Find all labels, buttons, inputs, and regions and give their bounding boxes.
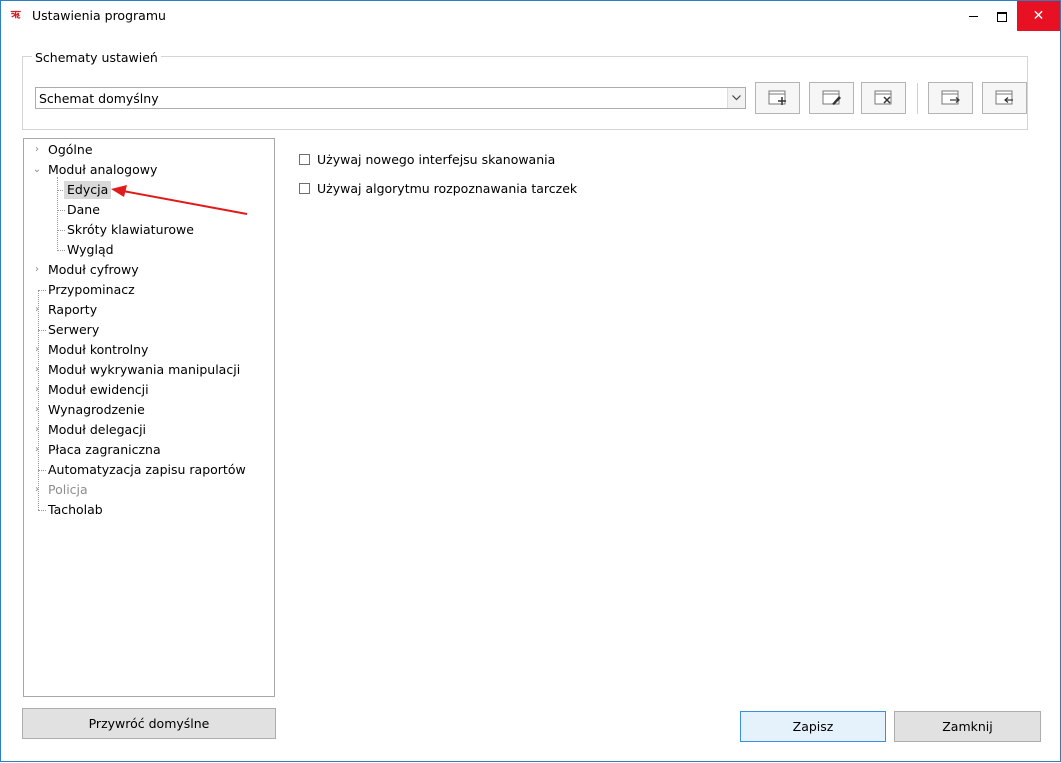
tree-item[interactable]: Automatyzacja zapisu raportów bbox=[24, 461, 272, 479]
toolbar-separator bbox=[917, 83, 918, 114]
tree-item-label[interactable]: Skróty klawiaturowe bbox=[67, 221, 194, 239]
maximize-button[interactable] bbox=[987, 1, 1017, 31]
tree-item-label[interactable]: Płaca zagraniczna bbox=[48, 441, 161, 459]
window-title: Ustawienia programu bbox=[32, 8, 166, 23]
chevron-right-icon[interactable]: › bbox=[32, 141, 42, 159]
title-bar[interactable]: ऋ Ustawienia programu ✕ bbox=[1, 1, 1060, 31]
tree-item[interactable]: › Moduł ewidencji bbox=[24, 381, 272, 399]
tree-item[interactable]: › Moduł delegacji bbox=[24, 421, 272, 439]
delete-scheme-icon bbox=[874, 90, 892, 105]
tree-item-label[interactable]: Moduł cyfrowy bbox=[48, 261, 139, 279]
tree-item[interactable]: › Policja bbox=[24, 481, 272, 499]
tree-subitem[interactable]: Skróty klawiaturowe bbox=[24, 221, 272, 239]
tree-item[interactable]: › Moduł wykrywania manipulacji bbox=[24, 361, 272, 379]
scheme-dropdown[interactable]: Schemat domyślny bbox=[35, 87, 746, 109]
save-button[interactable]: Zapisz bbox=[740, 711, 886, 742]
tree-item-label[interactable]: Ogólne bbox=[48, 141, 93, 159]
tree-item-label[interactable]: Wynagrodzenie bbox=[48, 401, 145, 419]
restore-defaults-button[interactable]: Przywróć domyślne bbox=[22, 708, 276, 739]
tree-connector bbox=[38, 290, 40, 510]
export-scheme-icon bbox=[941, 90, 960, 105]
tree-item[interactable]: › Moduł kontrolny bbox=[24, 341, 272, 359]
tree-item-label[interactable]: Tacholab bbox=[48, 501, 103, 519]
chevron-right-icon[interactable]: › bbox=[32, 421, 42, 439]
tree-item-label[interactable]: Moduł analogowy bbox=[48, 161, 157, 179]
schemes-legend: Schematy ustawień bbox=[32, 50, 161, 65]
tree-item-label[interactable]: Edycja bbox=[64, 181, 112, 199]
tree-item-label[interactable]: Wygląd bbox=[67, 241, 114, 259]
new-scan-interface-checkbox[interactable] bbox=[299, 154, 310, 165]
chevron-right-icon[interactable]: › bbox=[32, 401, 42, 419]
tree-item-label[interactable]: Moduł delegacji bbox=[48, 421, 146, 439]
tree-item-label[interactable]: Policja bbox=[48, 481, 88, 499]
tree-connector bbox=[57, 177, 59, 251]
tree-item[interactable]: › Moduł cyfrowy bbox=[24, 261, 272, 279]
tree-item-label[interactable]: Serwery bbox=[48, 321, 99, 339]
tree-item-label[interactable]: Moduł wykrywania manipulacji bbox=[48, 361, 240, 379]
tree-item-label[interactable]: Moduł kontrolny bbox=[48, 341, 148, 359]
import-scheme-icon bbox=[995, 90, 1013, 105]
app-icon: ऋ bbox=[11, 8, 21, 21]
chevron-right-icon[interactable]: › bbox=[32, 361, 42, 379]
minimize-icon bbox=[968, 16, 978, 17]
edit-scheme-icon bbox=[822, 90, 841, 105]
scheme-dropdown-value: Schemat domyślny bbox=[39, 91, 159, 106]
tree-item-label[interactable]: Moduł ewidencji bbox=[48, 381, 149, 399]
close-button[interactable]: Zamknij bbox=[894, 711, 1041, 742]
chevron-right-icon[interactable]: › bbox=[32, 481, 42, 499]
export-scheme-button[interactable] bbox=[928, 82, 973, 114]
chevron-down-icon[interactable]: ⌄ bbox=[32, 161, 42, 179]
tree-item[interactable]: › Ogólne bbox=[24, 141, 272, 159]
settings-tree[interactable]: › Ogólne ⌄ Moduł analogowy Edycja Dane Skróty … bbox=[23, 138, 275, 697]
chevron-right-icon[interactable]: › bbox=[32, 441, 42, 459]
import-scheme-button[interactable] bbox=[982, 82, 1027, 114]
chevron-right-icon[interactable]: › bbox=[32, 381, 42, 399]
tree-item-label[interactable]: Przypominacz bbox=[48, 281, 135, 299]
chevron-right-icon[interactable]: › bbox=[32, 261, 42, 279]
chevron-right-icon[interactable]: › bbox=[32, 301, 42, 319]
delete-scheme-button[interactable] bbox=[861, 82, 906, 114]
close-icon: ✕ bbox=[1032, 8, 1045, 24]
tree-item[interactable]: Tacholab bbox=[24, 501, 272, 519]
edit-scheme-button[interactable] bbox=[809, 82, 854, 114]
tree-item-label[interactable]: Dane bbox=[67, 201, 100, 219]
disc-recognition-checkbox[interactable] bbox=[299, 183, 310, 194]
new-scheme-button[interactable] bbox=[755, 82, 800, 114]
tree-item[interactable]: › Wynagrodzenie bbox=[24, 401, 272, 419]
tree-item-label[interactable]: Raporty bbox=[48, 301, 97, 319]
tree-subitem[interactable]: Edycja bbox=[24, 181, 272, 199]
tree-item[interactable]: Przypominacz bbox=[24, 281, 272, 299]
tree-subitem[interactable]: Wygląd bbox=[24, 241, 272, 259]
tree-subitem[interactable]: Dane bbox=[24, 201, 272, 219]
tree-item[interactable]: Serwery bbox=[24, 321, 272, 339]
minimize-button[interactable] bbox=[958, 1, 988, 31]
new-scan-interface-label[interactable]: Używaj nowego interfejsu skanowania bbox=[317, 151, 555, 169]
close-window-button[interactable]: ✕ bbox=[1017, 1, 1060, 31]
disc-recognition-label[interactable]: Używaj algorytmu rozpoznawania tarczek bbox=[317, 180, 577, 198]
chevron-right-icon[interactable]: › bbox=[32, 341, 42, 359]
chevron-down-icon[interactable] bbox=[727, 88, 745, 108]
tree-item-label[interactable]: Automatyzacja zapisu raportów bbox=[48, 461, 246, 479]
tree-item[interactable]: ⌄ Moduł analogowy bbox=[24, 161, 272, 179]
settings-window: ऋ Ustawienia programu ✕ Schematy ustawie… bbox=[0, 0, 1061, 762]
tree-item[interactable]: › Raporty bbox=[24, 301, 272, 319]
new-scheme-icon bbox=[768, 90, 786, 105]
maximize-icon bbox=[997, 11, 1007, 22]
tree-item[interactable]: › Płaca zagraniczna bbox=[24, 441, 272, 459]
